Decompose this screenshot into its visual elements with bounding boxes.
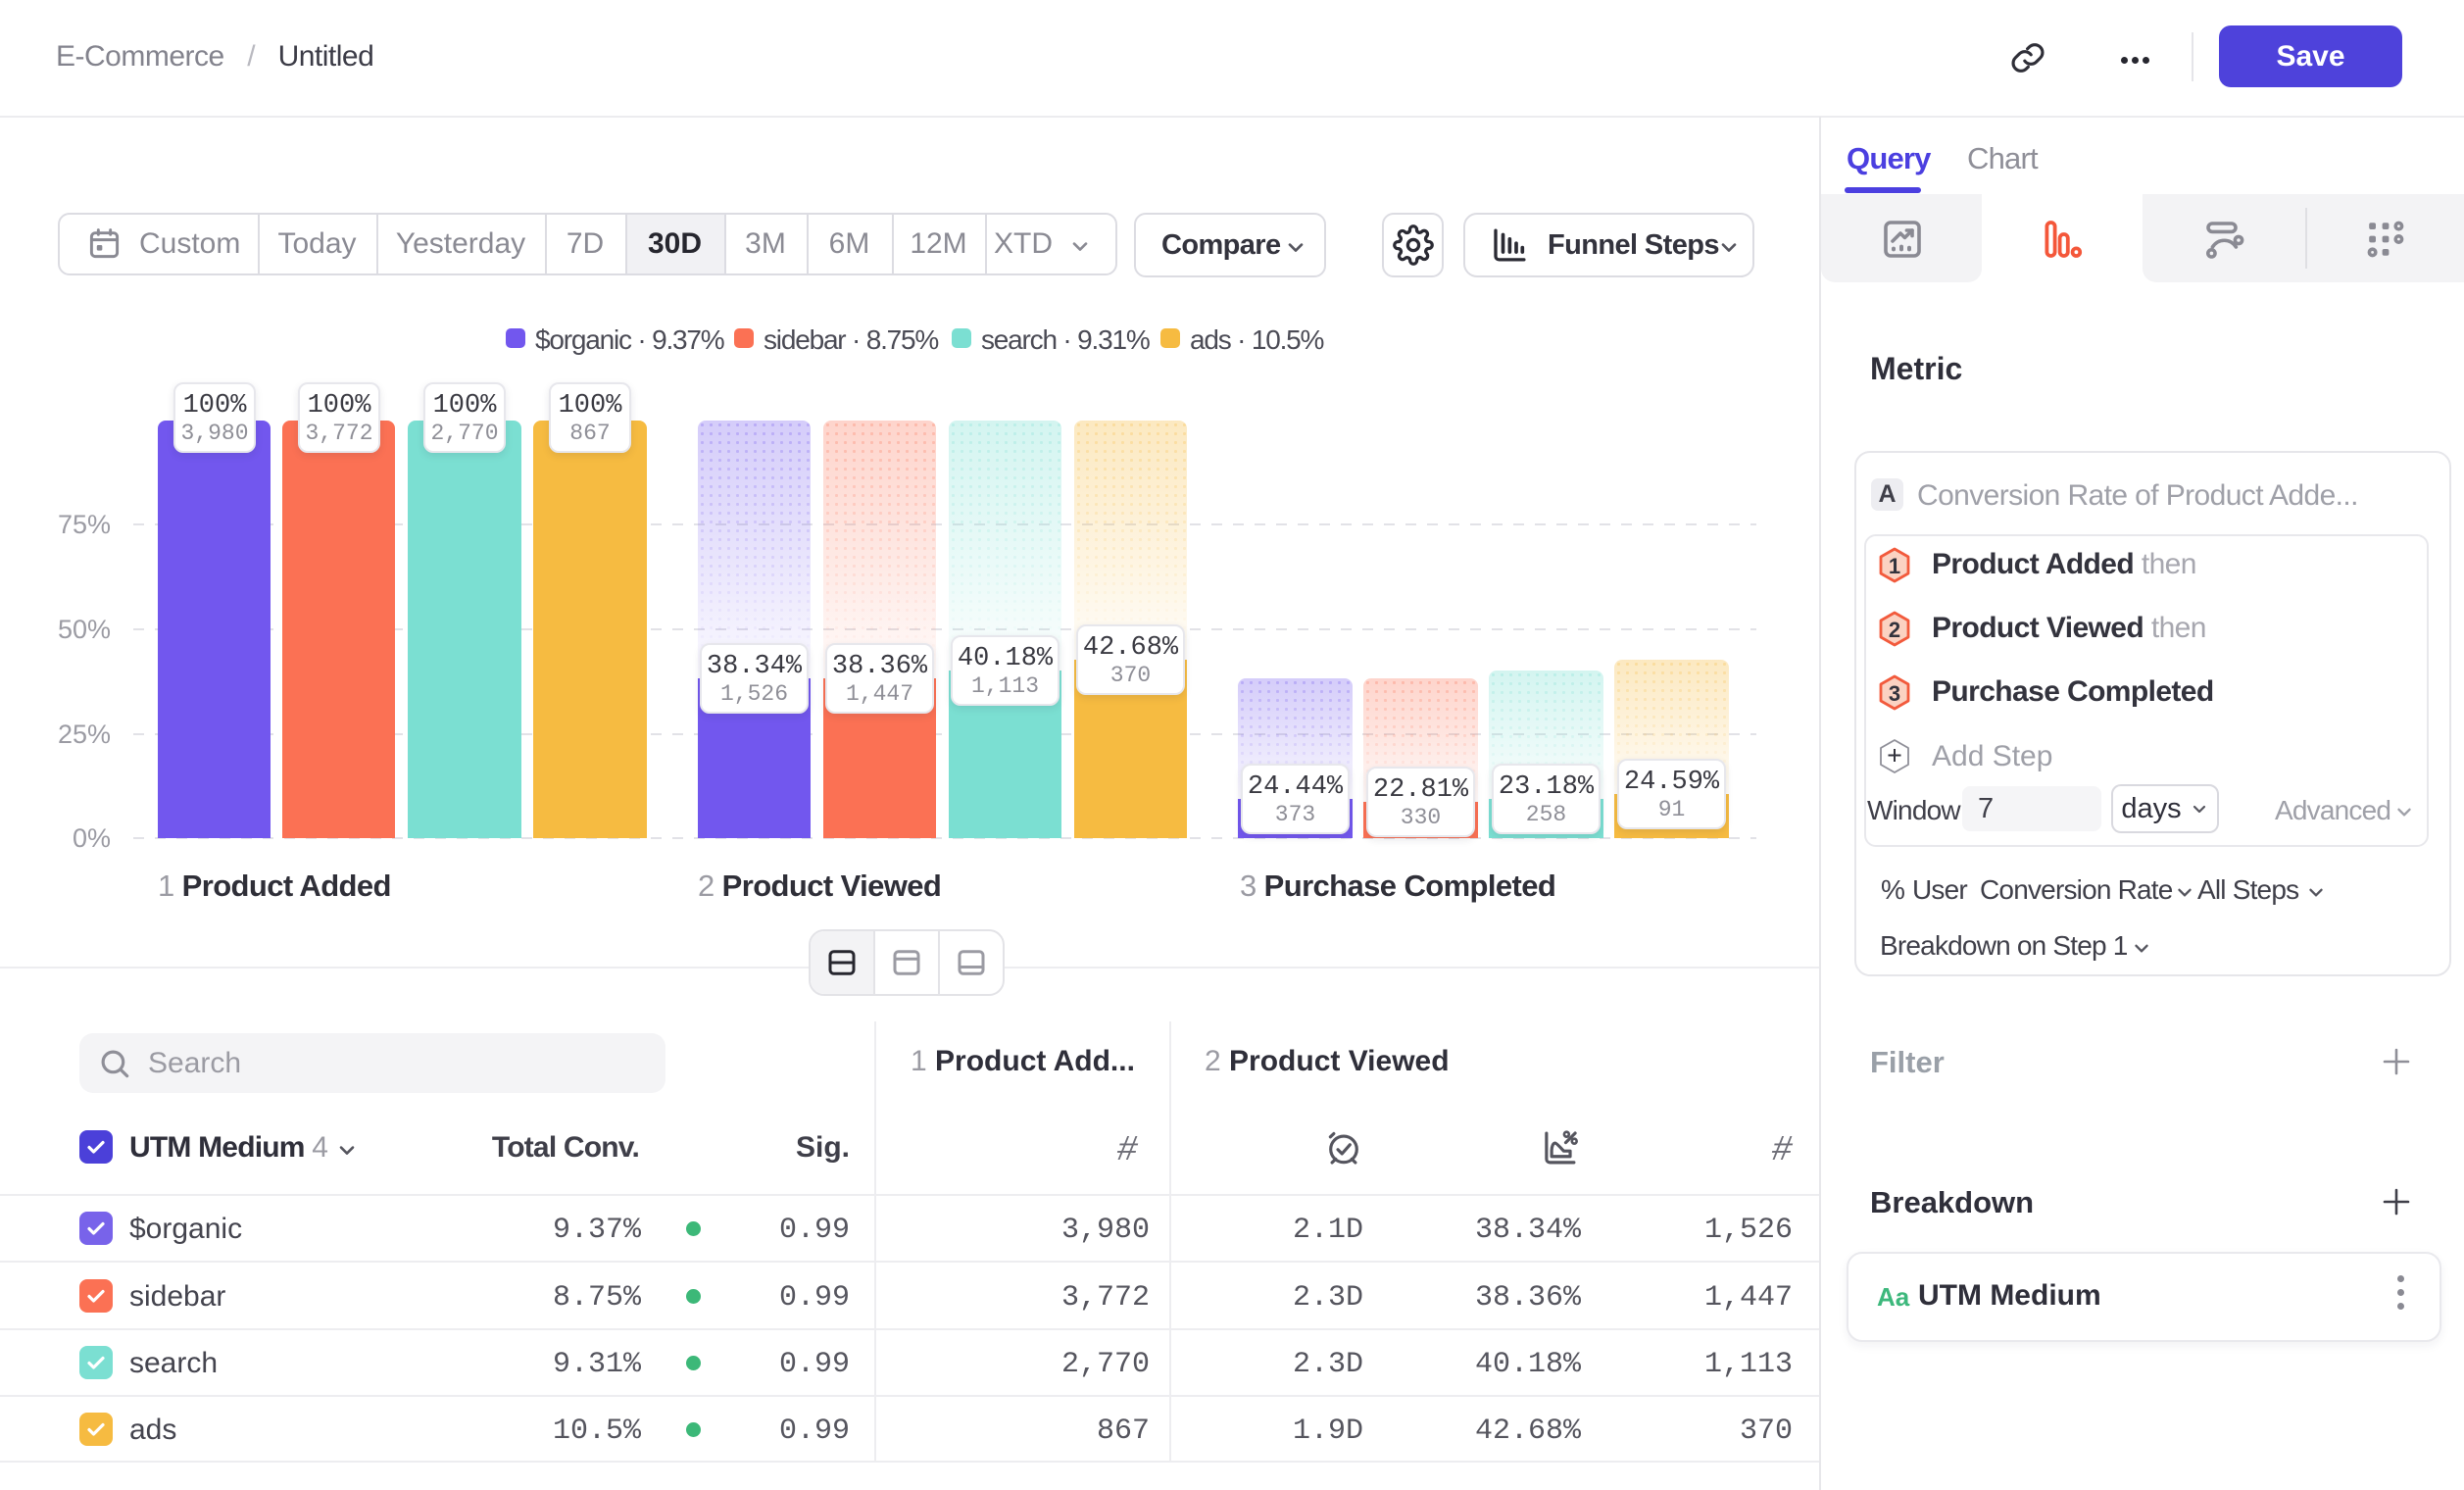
svg-text:3: 3	[1889, 681, 1900, 706]
svg-text:2: 2	[1889, 618, 1900, 642]
svg-text:1: 1	[1889, 554, 1900, 578]
